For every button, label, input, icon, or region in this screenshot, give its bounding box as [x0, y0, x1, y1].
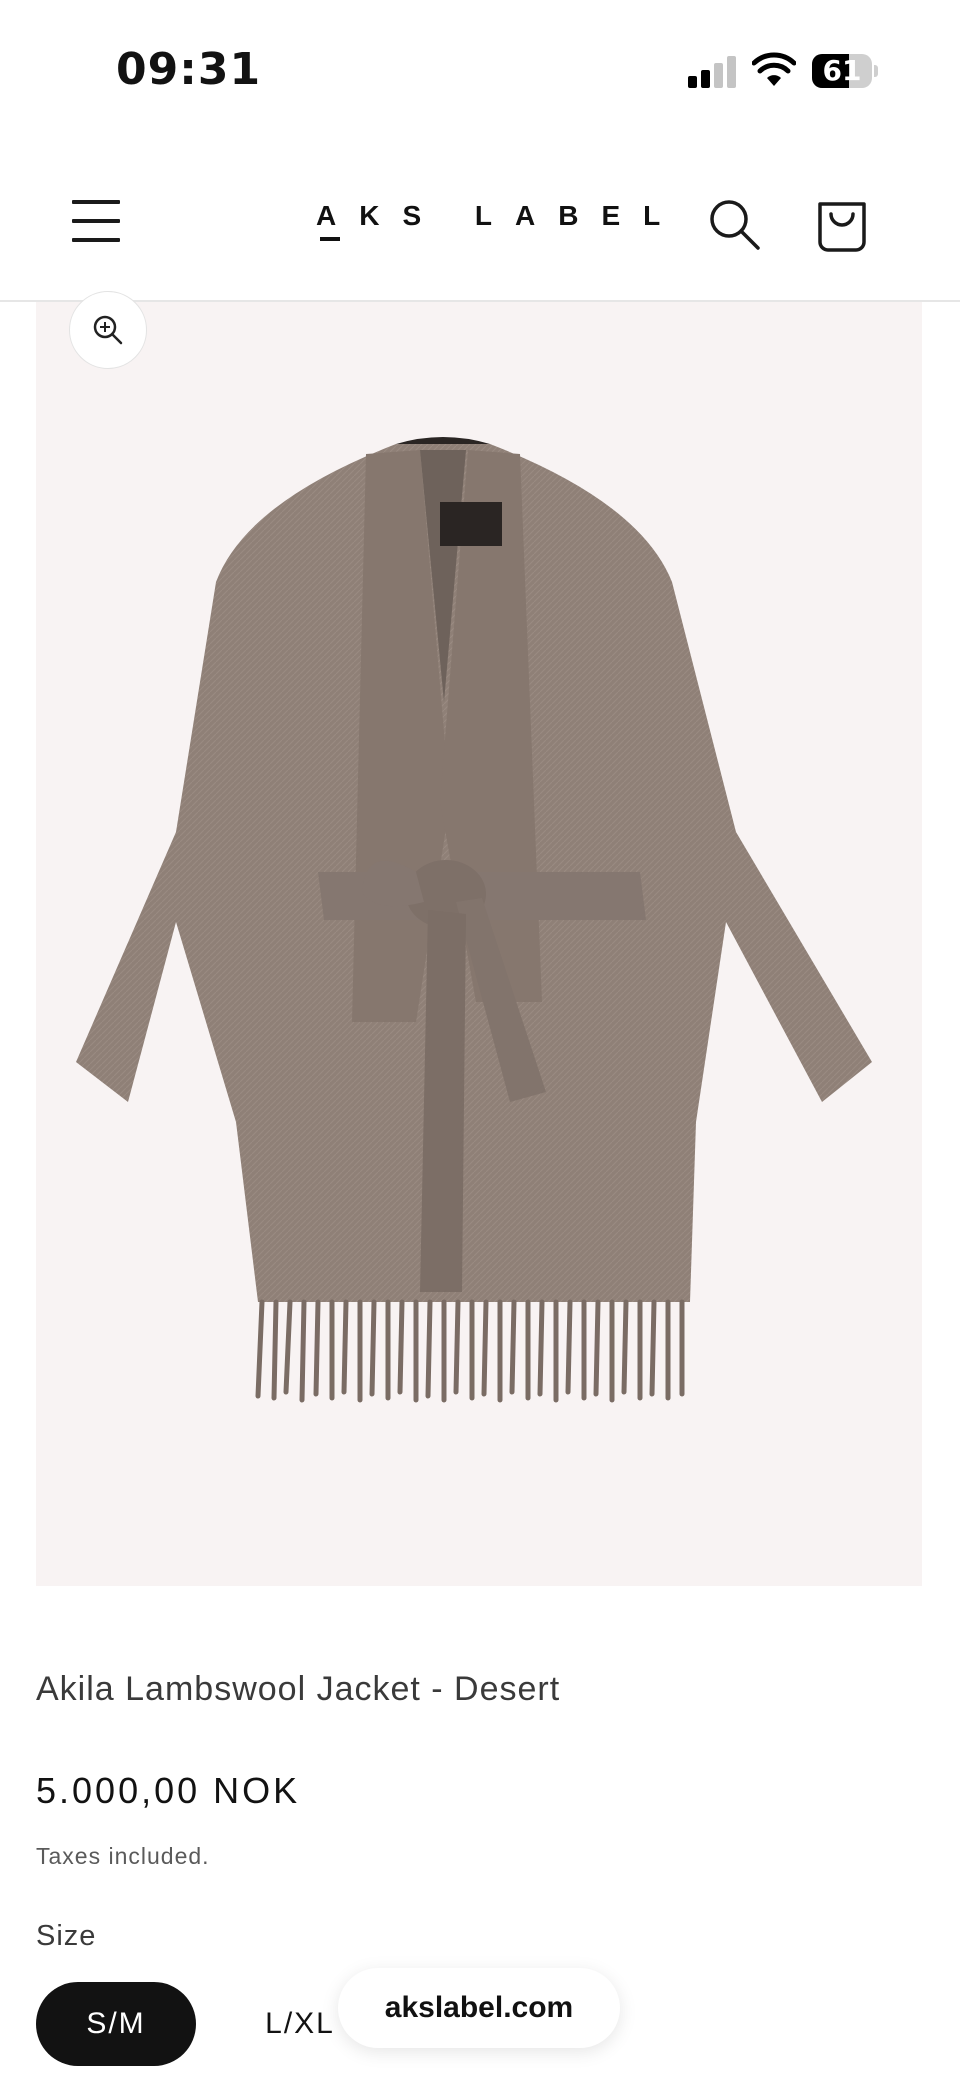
wifi-icon: [752, 52, 796, 86]
product-title: Akila Lambswool Jacket - Desert: [36, 1670, 561, 1708]
hamburger-menu-icon[interactable]: [72, 198, 122, 244]
browser-url-bar[interactable]: akslabel.com: [338, 1968, 620, 2048]
site-logo[interactable]: AKS LABEL: [316, 200, 683, 248]
size-option-s-m[interactable]: S/M: [36, 1982, 196, 2066]
site-header: AKS LABEL: [0, 140, 960, 302]
product-image[interactable]: [36, 302, 922, 1586]
product-price: 5.000,00 NOK: [36, 1770, 301, 1811]
status-time: 09:31: [116, 44, 262, 95]
cellular-signal-icon: [688, 56, 736, 88]
battery-icon: 61: [812, 54, 878, 88]
logo-underline: [320, 237, 340, 241]
jacket-illustration: [76, 437, 872, 1403]
shopping-bag-icon[interactable]: [814, 192, 870, 252]
battery-level: 61: [822, 54, 862, 87]
tax-note: Taxes included.: [36, 1843, 210, 1869]
search-icon[interactable]: [706, 196, 762, 252]
status-bar: 09:31 61: [0, 0, 960, 140]
zoom-in-icon[interactable]: [69, 291, 147, 369]
size-label: Size: [36, 1920, 97, 1952]
